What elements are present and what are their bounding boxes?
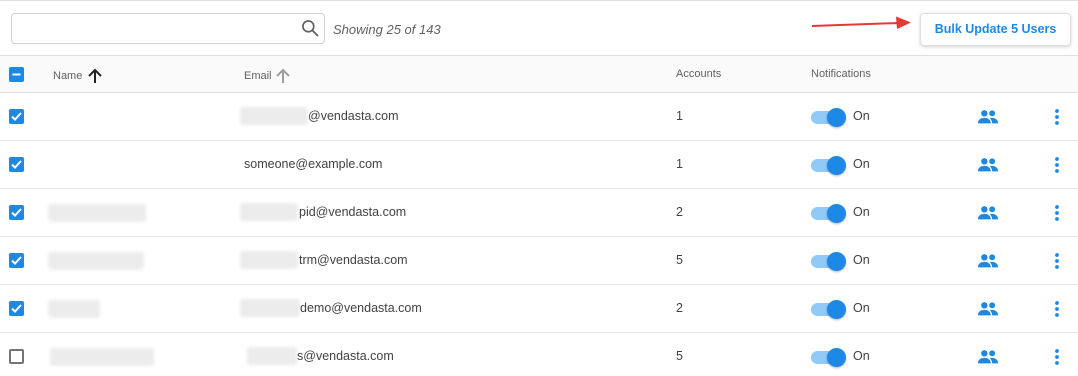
column-label-name: Name bbox=[53, 70, 83, 82]
row-checkbox[interactable] bbox=[9, 109, 24, 124]
more-vert-icon[interactable] bbox=[1051, 348, 1063, 366]
redacted-email bbox=[240, 251, 298, 269]
notifications-label: On bbox=[853, 349, 870, 363]
people-icon[interactable] bbox=[977, 108, 999, 126]
notifications-label: On bbox=[853, 157, 870, 171]
accounts-cell: 2 bbox=[676, 205, 683, 219]
accounts-cell: 2 bbox=[676, 301, 683, 315]
row-checkbox[interactable] bbox=[9, 157, 24, 172]
accounts-cell: 1 bbox=[676, 157, 683, 171]
accounts-cell: 5 bbox=[676, 253, 683, 267]
notifications-toggle[interactable] bbox=[811, 204, 846, 223]
redacted-name bbox=[48, 300, 100, 318]
table-body: @vendasta.com 1 On someone@example.com 1 On … bbox=[0, 93, 1078, 376]
notifications-label: On bbox=[853, 253, 870, 267]
column-header-email[interactable]: Email bbox=[244, 68, 292, 84]
email-cell: someone@example.com bbox=[244, 157, 383, 171]
table-row[interactable]: someone@example.com 1 On bbox=[0, 141, 1078, 189]
column-label-accounts: Accounts bbox=[676, 68, 722, 80]
arrow-up-icon[interactable] bbox=[274, 68, 292, 84]
column-label-email: Email bbox=[244, 70, 272, 82]
redacted-email bbox=[247, 347, 297, 365]
table-row[interactable]: trm@vendasta.com 5 On bbox=[0, 237, 1078, 285]
people-icon[interactable] bbox=[977, 252, 999, 270]
people-icon[interactable] bbox=[977, 204, 999, 222]
email-cell: pid@vendasta.com bbox=[299, 205, 407, 219]
people-icon[interactable] bbox=[977, 348, 999, 366]
row-checkbox[interactable] bbox=[9, 205, 24, 220]
table-row[interactable]: @vendasta.com 1 On bbox=[0, 93, 1078, 141]
email-cell: @vendasta.com bbox=[308, 109, 399, 123]
bulk-update-button[interactable]: Bulk Update 5 Users bbox=[920, 13, 1071, 46]
notifications-label: On bbox=[853, 205, 870, 219]
notifications-toggle[interactable] bbox=[811, 156, 846, 175]
people-icon[interactable] bbox=[977, 156, 999, 174]
notifications-toggle[interactable] bbox=[811, 252, 846, 271]
redacted-email bbox=[240, 203, 298, 221]
redacted-email bbox=[240, 299, 300, 317]
search-icon[interactable] bbox=[300, 18, 320, 38]
notifications-label: On bbox=[853, 301, 870, 315]
more-vert-icon[interactable] bbox=[1051, 156, 1063, 174]
row-checkbox[interactable] bbox=[9, 301, 24, 316]
redacted-email bbox=[240, 107, 308, 125]
people-icon[interactable] bbox=[977, 300, 999, 318]
arrow-up-icon[interactable] bbox=[86, 68, 104, 84]
column-header-notifications: Notifications bbox=[811, 68, 871, 80]
table-row[interactable]: pid@vendasta.com 2 On bbox=[0, 189, 1078, 237]
accounts-cell: 5 bbox=[676, 349, 683, 363]
row-checkbox[interactable] bbox=[9, 253, 24, 268]
table-row[interactable]: s@vendasta.com 5 On bbox=[0, 333, 1078, 376]
column-label-notifications: Notifications bbox=[811, 68, 871, 80]
table-row[interactable]: demo@vendasta.com 2 On bbox=[0, 285, 1078, 333]
email-cell: s@vendasta.com bbox=[297, 349, 394, 363]
column-header-accounts: Accounts bbox=[676, 68, 721, 80]
email-cell: trm@vendasta.com bbox=[299, 253, 408, 267]
select-all-checkbox[interactable] bbox=[9, 67, 24, 82]
notifications-toggle[interactable] bbox=[811, 300, 846, 319]
annotation-arrow bbox=[811, 16, 911, 29]
search-field[interactable] bbox=[11, 13, 325, 44]
notifications-label: On bbox=[853, 109, 870, 123]
search-input[interactable] bbox=[12, 14, 292, 43]
row-checkbox[interactable] bbox=[9, 349, 24, 364]
column-header-name[interactable]: Name bbox=[53, 68, 104, 84]
toolbar: Showing 25 of 143 Bulk Update 5 Users bbox=[0, 0, 1078, 55]
notifications-toggle[interactable] bbox=[811, 108, 846, 127]
redacted-name bbox=[48, 204, 146, 222]
users-table: Name Email Accounts Notifications @venda… bbox=[0, 55, 1078, 376]
email-cell: demo@vendasta.com bbox=[300, 301, 422, 315]
more-vert-icon[interactable] bbox=[1051, 108, 1063, 126]
accounts-cell: 1 bbox=[676, 109, 683, 123]
more-vert-icon[interactable] bbox=[1051, 252, 1063, 270]
more-vert-icon[interactable] bbox=[1051, 204, 1063, 222]
notifications-toggle[interactable] bbox=[811, 348, 846, 367]
table-header: Name Email Accounts Notifications bbox=[0, 55, 1078, 93]
redacted-name bbox=[48, 252, 144, 270]
redacted-name bbox=[50, 348, 154, 366]
more-vert-icon[interactable] bbox=[1051, 300, 1063, 318]
results-count: Showing 25 of 143 bbox=[333, 22, 441, 37]
